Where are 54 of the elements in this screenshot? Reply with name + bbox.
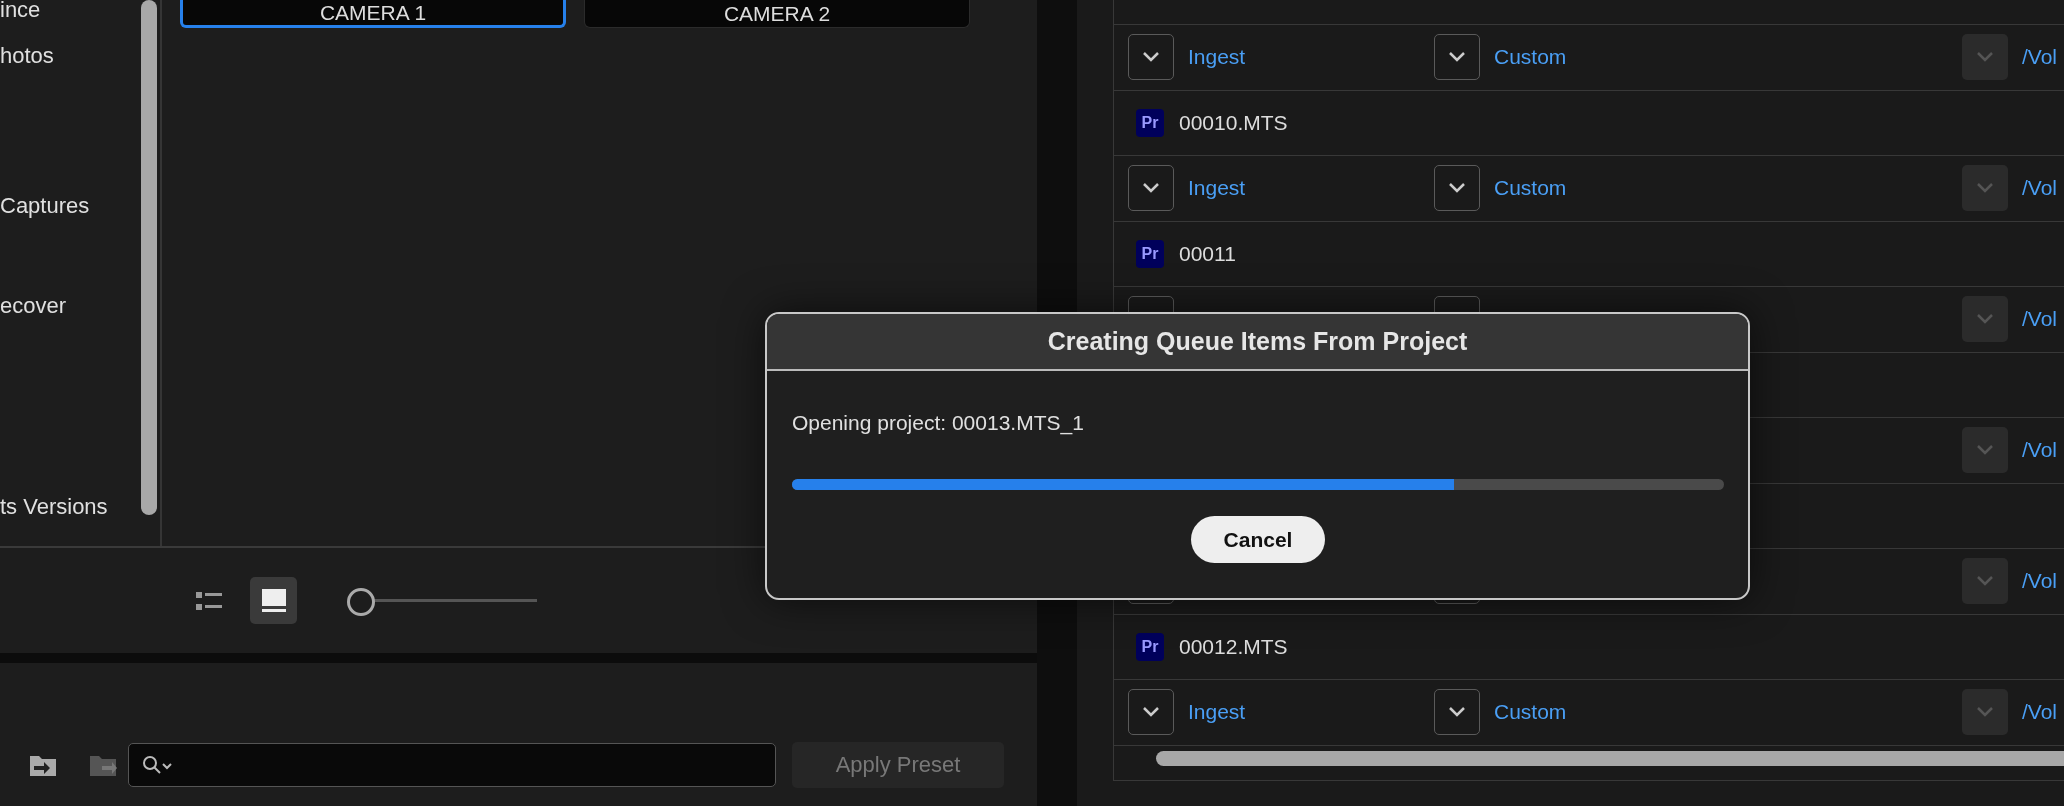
chevron-down-icon bbox=[1975, 575, 1995, 588]
dropdown-button[interactable] bbox=[1434, 34, 1480, 81]
format-link[interactable]: Ingest bbox=[1188, 45, 1246, 70]
list-icon bbox=[194, 589, 223, 612]
camera-tab[interactable]: CAMERA 1 bbox=[180, 0, 566, 28]
sidebar-item[interactable]: ecover bbox=[0, 292, 138, 320]
chevron-down-icon bbox=[1447, 182, 1467, 195]
premiere-file-icon: Pr bbox=[1136, 632, 1164, 661]
format-link[interactable]: Ingest bbox=[1188, 700, 1246, 725]
thumbnail-icon bbox=[260, 587, 287, 614]
thumbnail-view-button[interactable] bbox=[250, 577, 297, 624]
chevron-down-icon bbox=[1975, 182, 1995, 195]
cancel-button[interactable]: Cancel bbox=[1191, 516, 1325, 563]
chevron-down-icon bbox=[1975, 313, 1995, 326]
premiere-file-icon: Pr bbox=[1136, 108, 1164, 137]
chevron-down-icon bbox=[1141, 706, 1161, 719]
camera-tab[interactable]: CAMERA 2 bbox=[584, 0, 970, 28]
chevron-down-icon bbox=[1975, 444, 1995, 457]
sidebar-item[interactable]: ts Versions bbox=[0, 493, 138, 521]
output-path-link[interactable]: /Vol bbox=[2022, 307, 2058, 332]
output-path-link[interactable]: /Vol bbox=[2022, 176, 2058, 201]
scrollbar-thumb[interactable] bbox=[141, 0, 157, 515]
chevron-down-icon bbox=[1447, 51, 1467, 64]
format-link[interactable]: Ingest bbox=[1188, 176, 1246, 201]
dropdown-button[interactable] bbox=[1128, 34, 1174, 81]
chevron-down-icon bbox=[1141, 51, 1161, 64]
status-message: Opening project: 00013.MTS_1 bbox=[792, 411, 1085, 435]
preset-link[interactable]: Custom bbox=[1494, 700, 1567, 725]
file-name: 00011 bbox=[1179, 241, 1236, 266]
dialog-title: Creating Queue Items From Project bbox=[767, 314, 1748, 371]
chevron-down-icon bbox=[1975, 51, 1995, 64]
sidebar-item[interactable]: Captures bbox=[0, 192, 138, 220]
chevron-down-icon bbox=[1447, 706, 1467, 719]
dropdown-button[interactable] bbox=[1128, 165, 1174, 212]
dropdown-button[interactable] bbox=[1434, 165, 1480, 212]
chevron-down-icon bbox=[1141, 182, 1161, 195]
sidebar-item[interactable]: hotos bbox=[0, 42, 138, 70]
zoom-slider[interactable] bbox=[347, 586, 537, 615]
file-name: 00010.MTS bbox=[1179, 110, 1288, 135]
sidebar-item[interactable]: ince bbox=[0, 0, 138, 24]
chevron-down-icon bbox=[1975, 706, 1995, 719]
scrollbar-thumb[interactable] bbox=[1156, 751, 2064, 766]
file-name: 00012.MTS bbox=[1179, 634, 1288, 659]
preset-link[interactable]: Custom bbox=[1494, 45, 1567, 70]
search-icon bbox=[141, 753, 175, 776]
output-path-link[interactable]: /Vol bbox=[2022, 45, 2058, 70]
output-path-link[interactable]: /Vol bbox=[2022, 700, 2058, 725]
output-path-link[interactable]: /Vol bbox=[2022, 569, 2058, 594]
preset-link[interactable]: Custom bbox=[1494, 176, 1567, 201]
search-field[interactable] bbox=[128, 742, 776, 787]
dropdown-button[interactable] bbox=[1128, 689, 1174, 736]
premiere-file-icon: Pr bbox=[1136, 239, 1164, 268]
output-path-link[interactable]: /Vol bbox=[2022, 438, 2058, 463]
dropdown-button[interactable] bbox=[1434, 689, 1480, 736]
